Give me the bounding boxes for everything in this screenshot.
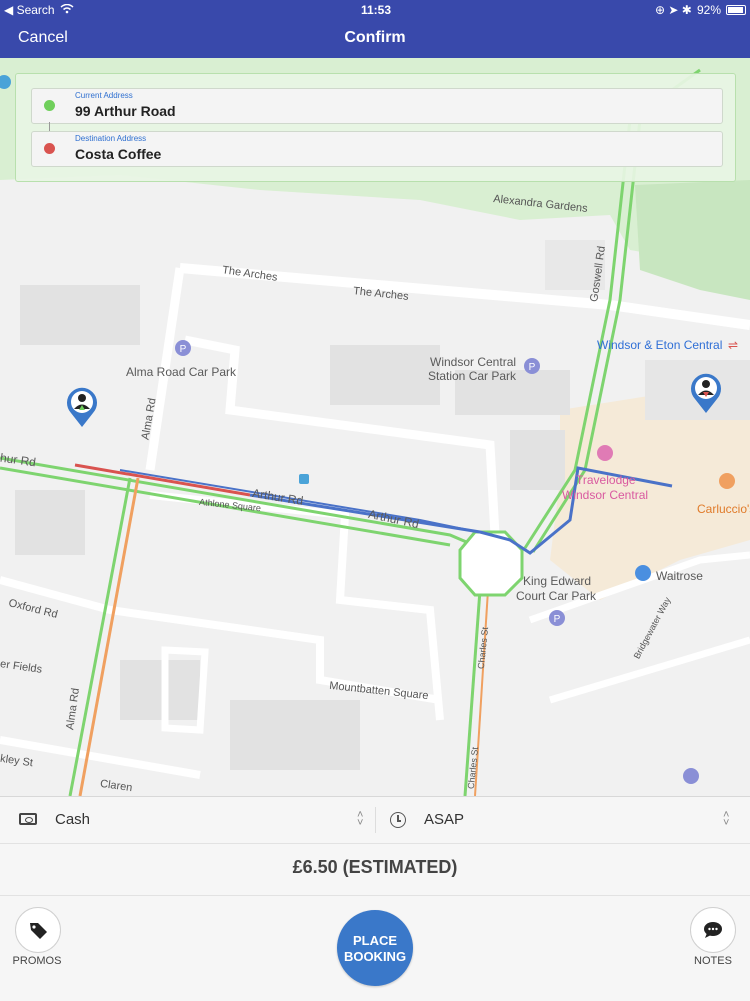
svg-text:P: P xyxy=(529,362,536,373)
map-label-king-edward-1: King Edward xyxy=(523,574,592,588)
location-icon: ⊕ ➤ ✱ xyxy=(655,3,692,17)
chat-bubble-icon xyxy=(704,922,722,938)
battery-icon xyxy=(726,5,746,15)
place-booking-label-2: BOOKING xyxy=(343,949,407,964)
svg-text:P: P xyxy=(554,614,561,625)
map-label-windsor-central-1: Windsor Central xyxy=(430,355,517,369)
payment-chevron-icon: ˄ ˅ xyxy=(357,809,364,829)
notes-button[interactable] xyxy=(690,907,736,953)
place-booking-button[interactable]: PLACE BOOKING xyxy=(337,910,413,986)
pickup-pin-icon[interactable] xyxy=(66,386,98,428)
current-address-value: 99 Arthur Road xyxy=(75,103,176,119)
map-label-windsor-eton: Windsor & Eton Central xyxy=(597,338,723,352)
price-estimate: £6.50 (ESTIMATED) xyxy=(292,857,458,877)
wifi-icon xyxy=(60,3,74,17)
promos-label: PROMOS xyxy=(12,955,62,967)
notes-label: NOTES xyxy=(694,955,732,967)
map-label-king-edward-2: Court Car Park xyxy=(516,589,597,603)
rail-icon: ⇌ xyxy=(728,338,739,352)
map-label-carluccio: Carluccio's xyxy=(697,502,750,516)
back-to-search[interactable]: ◀ Search xyxy=(4,3,55,17)
options-row: Cash ˄ ˅ ASAP ˄ ˅ xyxy=(0,797,750,844)
destination-pin-icon[interactable] xyxy=(690,372,722,414)
map-label-travelodge-2: Windsor Central xyxy=(562,488,649,502)
map-label-travelodge-1: Travelodge xyxy=(576,473,636,487)
destination-address-field[interactable]: Destination Address Costa Coffee xyxy=(31,131,723,167)
booking-panel: Cash ˄ ˅ ASAP ˄ ˅ £6.50 (ESTIMATED) PROMOS… xyxy=(0,796,750,1001)
promos-button[interactable] xyxy=(15,907,61,953)
place-booking-label-1: PLACE xyxy=(352,933,398,948)
svg-text:P: P xyxy=(180,344,187,355)
time-chevron-icon: ˄ ˅ xyxy=(723,809,730,829)
time-selector[interactable]: ASAP ˄ ˅ xyxy=(376,797,750,843)
cash-icon xyxy=(19,813,37,825)
status-time: 11:53 xyxy=(361,3,392,17)
payment-selector[interactable]: Cash ˄ ˅ xyxy=(0,797,375,843)
map-label-windsor-central-2: Station Car Park xyxy=(428,369,517,383)
destination-address-label: Destination Address xyxy=(75,134,147,143)
map-label-alma-road-car-park: Alma Road Car Park xyxy=(126,365,237,379)
start-dot-icon xyxy=(44,100,55,111)
address-card: Current Address 99 Arthur Road Destinati… xyxy=(15,73,736,182)
current-address-label: Current Address xyxy=(75,91,133,100)
nav-bar: Cancel Confirm xyxy=(0,20,750,58)
map-label-waitrose: Waitrose xyxy=(656,569,703,583)
price-divider xyxy=(0,895,750,896)
destination-address-value: Costa Coffee xyxy=(75,146,162,162)
status-bar: ◀ Search 11:53 ⊕ ➤ ✱ 92% xyxy=(0,0,750,20)
page-title: Confirm xyxy=(344,29,406,46)
tag-icon xyxy=(30,923,47,939)
clock-icon xyxy=(390,812,406,828)
current-address-field[interactable]: Current Address 99 Arthur Road xyxy=(31,88,723,124)
end-dot-icon xyxy=(44,143,55,154)
time-label: ASAP xyxy=(424,811,465,828)
battery-percent: 92% xyxy=(697,3,722,17)
payment-label: Cash xyxy=(55,811,91,828)
